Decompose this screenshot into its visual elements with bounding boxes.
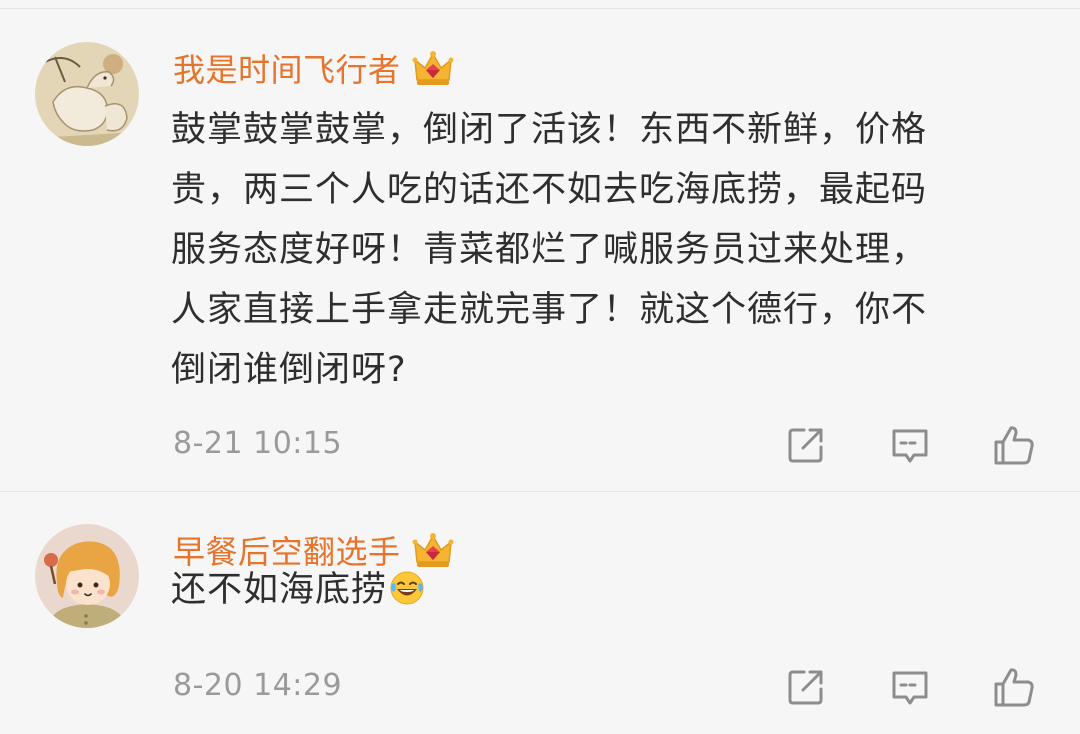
avatar[interactable] xyxy=(35,524,139,628)
username-row: 我是时间飞行者 xyxy=(173,40,455,96)
username[interactable]: 我是时间飞行者 xyxy=(173,45,401,91)
thumbs-up-icon[interactable] xyxy=(992,665,1036,709)
laughing-tears-emoji xyxy=(390,571,424,605)
comment-text-content: 还不如海底捞 xyxy=(171,570,388,610)
comment-text: 还不如海底捞 xyxy=(171,560,1031,620)
comment-list: 我是时间飞行者 鼓掌鼓掌鼓掌，倒闭了活该！东西不新鲜，价格 贵，两三个人吃的话还… xyxy=(0,0,1080,734)
avatar[interactable] xyxy=(35,42,139,146)
divider xyxy=(0,8,1080,9)
comment-text-line: 还不如海底捞 xyxy=(171,560,1031,620)
comment-text-line: 服务态度好呀！青菜都烂了喊服务员过来处理， xyxy=(171,230,928,270)
crown-member-icon xyxy=(412,51,454,85)
comment-text-line: 贵，两三个人吃的话还不如去吃海底捞，最起码 xyxy=(171,170,928,210)
comment-meta: 8-21 10:15 xyxy=(0,417,1080,473)
comment-text-line: 人家直接上手拿走就完事了！就这个德行，你不 xyxy=(171,290,928,330)
divider xyxy=(0,491,1080,492)
comment-meta: 8-20 14:29 xyxy=(0,659,1080,715)
comment-icon[interactable] xyxy=(888,423,932,467)
timestamp: 8-21 10:15 xyxy=(173,426,343,461)
thumbs-up-icon[interactable] xyxy=(992,423,1036,467)
share-icon[interactable] xyxy=(784,665,828,709)
comment-icon[interactable] xyxy=(888,665,932,709)
timestamp: 8-20 14:29 xyxy=(173,668,343,703)
comment-text-line: 鼓掌鼓掌鼓掌，倒闭了活该！东西不新鲜，价格 xyxy=(171,110,928,150)
comment-text: 鼓掌鼓掌鼓掌，倒闭了活该！东西不新鲜，价格 贵，两三个人吃的话还不如去吃海底捞，… xyxy=(171,100,1031,400)
comment-text-line: 倒闭谁倒闭呀? xyxy=(171,350,407,390)
share-icon[interactable] xyxy=(784,423,828,467)
